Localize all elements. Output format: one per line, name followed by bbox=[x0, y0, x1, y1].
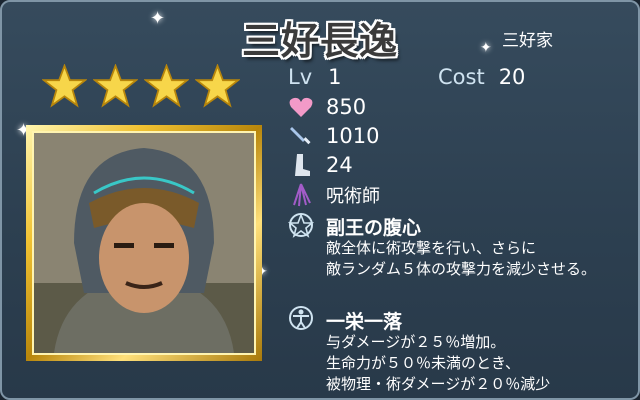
level-label: Lv bbox=[288, 65, 313, 89]
star-icon bbox=[195, 64, 240, 108]
character-portrait-art bbox=[34, 133, 254, 353]
cost-row: Cost 20 bbox=[438, 65, 525, 89]
skill-description-line: 敵全体に術攻撃を行い、さらに bbox=[326, 239, 537, 257]
hp-value: 850 bbox=[326, 95, 367, 119]
sword-icon bbox=[288, 123, 314, 149]
character-name: 三好長逸 bbox=[242, 19, 399, 63]
class-row: 呪術師 bbox=[288, 182, 380, 208]
class-value: 呪術師 bbox=[326, 186, 380, 207]
star-icon bbox=[144, 64, 189, 108]
star-icon bbox=[93, 64, 138, 108]
passive-description: 与ダメージが２５％増加。 生命力が５０％未満のとき、 被物理・術ダメージが２０％… bbox=[326, 332, 550, 395]
attack-value: 1010 bbox=[326, 124, 380, 148]
level-row: Lv 1 bbox=[288, 65, 342, 89]
passive-name: 一栄一落 bbox=[326, 311, 403, 333]
heart-icon bbox=[288, 94, 314, 120]
skill-name: 副王の腹心 bbox=[326, 217, 422, 239]
cost-value: 20 bbox=[498, 65, 526, 89]
whip-icon bbox=[288, 182, 314, 208]
speed-row: 24 bbox=[288, 152, 353, 178]
attack-row: 1010 bbox=[288, 123, 379, 149]
level-value: 1 bbox=[328, 65, 342, 89]
cost-label: Cost bbox=[438, 65, 485, 89]
skill-description-line: 敵ランダム５体の攻撃力を減少させる。 bbox=[326, 260, 597, 278]
figure-icon bbox=[288, 305, 314, 331]
character-card: ✦ ✦ ✦ ✦ 三好長逸 三好家 Lv 1 bbox=[0, 0, 640, 400]
passive-description-line: 与ダメージが２５％増加。 bbox=[326, 333, 506, 351]
pentagram-icon bbox=[288, 212, 314, 238]
passive-description-line: 被物理・術ダメージが２０％減少 bbox=[326, 375, 551, 393]
sparkle-icon: ✦ bbox=[480, 40, 492, 56]
sparkle-icon: ✦ bbox=[150, 8, 166, 29]
clan-name: 三好家 bbox=[502, 31, 553, 51]
boot-icon bbox=[288, 152, 314, 178]
skill-description: 敵全体に術攻撃を行い、さらに 敵ランダム５体の攻撃力を減少させる。 bbox=[326, 238, 596, 280]
star-icon bbox=[42, 64, 87, 108]
speed-value: 24 bbox=[326, 153, 353, 177]
character-portrait bbox=[26, 125, 262, 361]
hp-row: 850 bbox=[288, 94, 366, 120]
rarity-stars bbox=[42, 64, 240, 109]
passive-description-line: 生命力が５０％未満のとき、 bbox=[326, 354, 520, 372]
